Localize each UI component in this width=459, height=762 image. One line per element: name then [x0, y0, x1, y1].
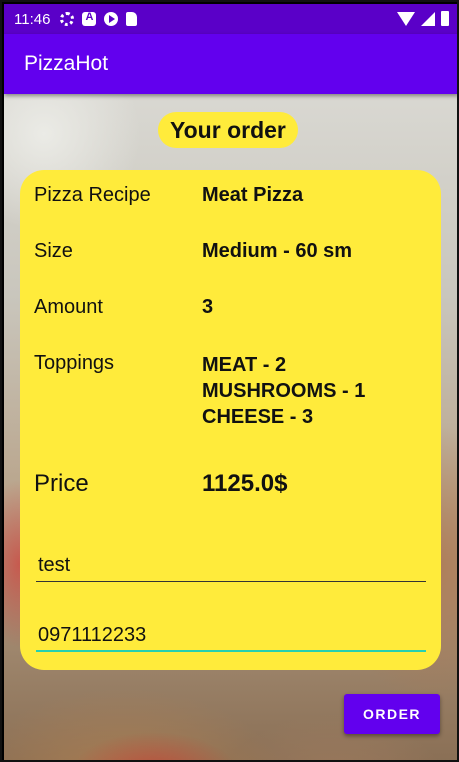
toppings-label: Toppings	[34, 352, 115, 374]
app-title: PizzaHot	[24, 52, 109, 75]
recipe-value: Meat Pizza	[202, 184, 304, 206]
size-value: Medium - 60 sm	[202, 240, 353, 262]
notification-icons	[60, 11, 138, 26]
size-row: Size Medium - 60 sm	[34, 240, 434, 263]
topping-item: MEAT - 2	[202, 354, 287, 376]
recipe-row: Pizza Recipe Meat Pizza	[34, 184, 434, 207]
wifi-icon	[397, 11, 415, 26]
a-icon	[82, 11, 97, 26]
status-bar: 11:46	[4, 4, 457, 34]
play-icon	[104, 12, 119, 26]
your-order-heading: Your order	[158, 112, 298, 148]
topping-item: MUSHROOMS - 1	[202, 380, 366, 402]
sd-card-icon	[126, 12, 138, 26]
content-background: Your order Pizza Recipe Meat Pizza Size …	[4, 94, 457, 760]
signal-icon	[421, 11, 435, 26]
size-label: Size	[34, 240, 73, 262]
order-button[interactable]: ORDER	[344, 694, 440, 734]
topping-item: CHEESE - 3	[202, 406, 314, 428]
system-icons	[397, 11, 449, 26]
app-window: 11:46 PizzaHot Your order Pizza Recipe M…	[0, 0, 459, 762]
battery-icon	[441, 11, 449, 26]
status-time: 11:46	[14, 10, 51, 28]
price-row: Price 1125.0$	[34, 470, 434, 498]
app-bar: PizzaHot	[4, 34, 457, 94]
name-input[interactable]	[36, 542, 426, 582]
price-value: 1125.0$	[202, 470, 288, 497]
gear-icon	[60, 12, 75, 26]
order-card: Pizza Recipe Meat Pizza Size Medium - 60…	[20, 170, 441, 670]
heading-text: Your order	[170, 116, 286, 143]
amount-value: 3	[202, 296, 214, 318]
recipe-label: Pizza Recipe	[34, 184, 151, 206]
amount-row: Amount 3	[34, 296, 434, 319]
toppings-row: Toppings MEAT - 2 MUSHROOMS - 1 CHEESE -…	[34, 352, 434, 430]
phone-input[interactable]	[36, 612, 426, 652]
toppings-list: MEAT - 2 MUSHROOMS - 1 CHEESE - 3	[202, 352, 365, 430]
price-label: Price	[34, 470, 89, 497]
amount-label: Amount	[34, 296, 103, 318]
